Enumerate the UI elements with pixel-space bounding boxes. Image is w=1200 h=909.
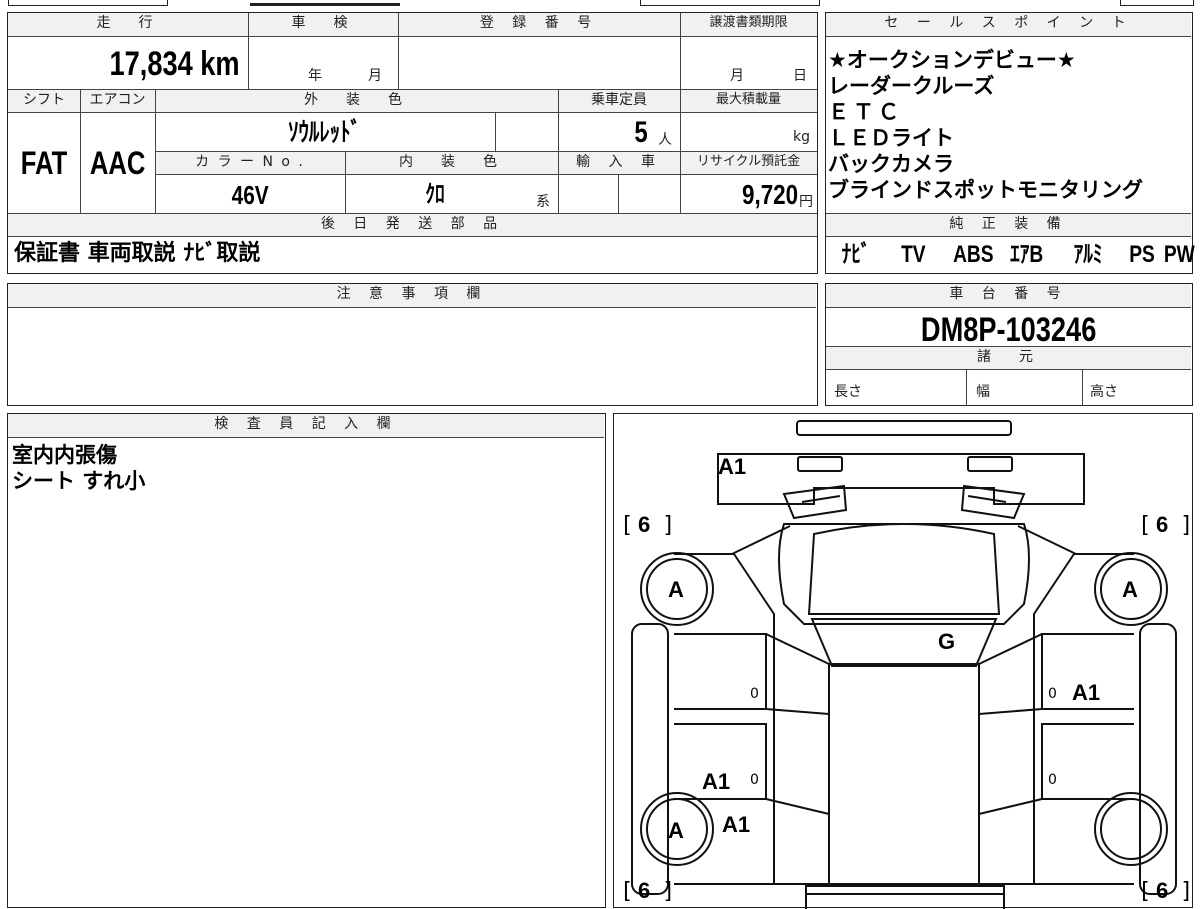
mark-rear-left: A1	[718, 454, 746, 479]
recycle-header: リサイクル預託金	[680, 151, 817, 175]
interior-color-suffix: 系	[536, 194, 550, 210]
tread-rl-value: 6	[638, 878, 650, 903]
chassis-header: 車 台 番 号	[826, 284, 1191, 308]
car-diagram: A1 [ 6 ] [ 6 ] [ 6 ] [ 6 ] A A A G A1 A1…	[620, 420, 1193, 909]
specs-header: 諸 元	[826, 346, 1191, 370]
num-right-rear-door: 0	[1048, 772, 1057, 788]
transfer-day-unit: 日	[793, 68, 807, 84]
exterior-color-header: 外 装 色	[155, 89, 558, 113]
spec-length-label: 長さ	[834, 384, 862, 400]
max-load-header: 最大積載量	[680, 89, 817, 113]
genuine-equipment-list: ﾅﾋﾞ TV ABS ｴｱB ｱﾙﾐ PS PW	[841, 241, 1195, 268]
transfer-deadline-header: 譲渡書類期限	[680, 13, 817, 37]
tread-rr: [	[1138, 879, 1151, 904]
sales-point-item: ブラインドスポットモニタリング	[828, 178, 1143, 202]
mark-wheel-rl: A	[668, 818, 684, 843]
inspection-year-unit: 年	[308, 68, 322, 84]
color-no-value: 46V	[231, 180, 269, 210]
later-parts-value: 保証書 車両取説 ﾅﾋﾞ取説	[14, 241, 261, 266]
capacity-value: 5	[634, 116, 648, 149]
notes-box: 注 意 事 項 欄	[7, 283, 818, 406]
spec-width-label: 幅	[976, 384, 990, 400]
num-left-rear-door: 0	[750, 772, 759, 788]
num-left-front-door: 0	[750, 686, 759, 702]
tread-fr-value: 6	[1156, 512, 1168, 537]
transfer-month-unit: 月	[730, 68, 744, 84]
mark-windshield: G	[938, 629, 955, 654]
mark-left-rocker: A1	[722, 812, 750, 837]
mileage-header: 走 行	[8, 13, 248, 37]
tread-rl: [	[620, 879, 633, 904]
shift-value: FAT	[20, 145, 68, 181]
sales-point-item: ＬＥＤライト	[828, 126, 954, 150]
capacity-unit: 人	[658, 132, 672, 148]
svg-text:]: ]	[1180, 879, 1193, 904]
import-header: 輸 入 車	[558, 151, 680, 175]
capacity-header: 乗車定員	[558, 89, 680, 113]
genuine-equipment-header: 純 正 装 備	[826, 213, 1191, 237]
interior-color-value: ｸﾛ	[425, 181, 445, 208]
damage-diagram-box: A1 [ 6 ] [ 6 ] [ 6 ] [ 6 ] A A A G A1 A1…	[613, 413, 1193, 909]
recycle-unit: 円	[799, 194, 813, 210]
registration-header: 登 録 番 号	[398, 13, 680, 37]
inspector-note: シート すれ小	[12, 469, 146, 493]
mark-left-rear-door: A1	[702, 769, 730, 794]
svg-text:]: ]	[662, 879, 675, 904]
sales-point-item: バックカメラ	[828, 152, 954, 176]
recycle-value: 9,720	[741, 179, 798, 210]
chassis-box: 車 台 番 号 DM8P-103246 諸 元 長さ 幅 高さ	[825, 283, 1193, 406]
num-right-front-door: 0	[1048, 686, 1057, 702]
inspection-month-unit: 月	[368, 68, 382, 84]
mark-right-front-door: A1	[1072, 680, 1100, 705]
top-strip	[0, 0, 1200, 8]
vehicle-info-box: 走 行 車 検 登 録 番 号 譲渡書類期限 17,834 km 年 月 月 日…	[7, 12, 818, 274]
tread-rr-value: 6	[1156, 878, 1168, 903]
interior-color-header: 内 装 色	[345, 151, 558, 175]
tread-fl: [	[620, 513, 633, 538]
ac-value: AAC	[89, 145, 146, 181]
tread-fr: [	[1138, 513, 1151, 538]
shift-header: シフト	[8, 89, 80, 113]
sales-point-item: レーダークルーズ	[828, 74, 995, 98]
exterior-color-value: ｿｳﾙﾚｯﾄﾞ	[288, 117, 362, 147]
mileage-value: 17,834 km	[109, 45, 240, 83]
svg-text:]: ]	[662, 513, 675, 538]
sales-point-item: ＥＴＣ	[828, 100, 903, 124]
max-load-unit: kg	[793, 129, 810, 145]
sales-points-box: セ ー ル ス ポ イ ン ト ★オークションデビュー★ レーダークルーズ ＥＴ…	[825, 12, 1195, 274]
tread-fl-value: 6	[638, 512, 650, 537]
color-no-header: カ ラ ー N o .	[155, 151, 345, 175]
inspector-box: 検 査 員 記 入 欄 室内内張傷 シート すれ小	[7, 413, 606, 908]
ac-header: エアコン	[80, 89, 155, 113]
inspector-note: 室内内張傷	[12, 443, 117, 467]
inspection-header: 車 検	[248, 13, 398, 37]
mark-wheel-fl: A	[668, 577, 684, 602]
later-parts-header: 後 日 発 送 部 品	[8, 213, 817, 237]
inspector-header: 検 査 員 記 入 欄	[8, 414, 604, 438]
svg-text:]: ]	[1180, 513, 1193, 538]
sales-points-header: セ ー ル ス ポ イ ン ト	[826, 13, 1191, 37]
mark-wheel-fr: A	[1122, 577, 1138, 602]
spec-height-label: 高さ	[1090, 384, 1118, 400]
notes-header: 注 意 事 項 欄	[8, 284, 816, 308]
chassis-value: DM8P-103246	[920, 311, 1097, 349]
sales-point-item: ★オークションデビュー★	[828, 48, 1076, 72]
